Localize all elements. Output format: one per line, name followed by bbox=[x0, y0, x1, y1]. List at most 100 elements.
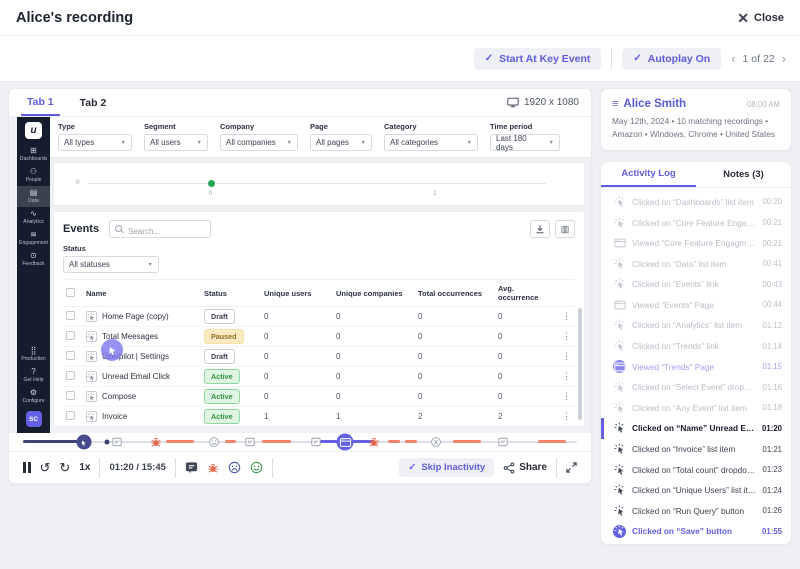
sidebar-item-data[interactable]: ▤ Data bbox=[17, 186, 50, 207]
start-at-key-event-button[interactable]: ✓ Start At Key Event bbox=[473, 47, 602, 70]
kebab-menu-icon[interactable]: ⋮ bbox=[562, 311, 571, 321]
table-row[interactable]: Userpilot Knowledge ...Active0000⋮ bbox=[63, 427, 575, 428]
tab-activity-log[interactable]: Activity Log bbox=[601, 162, 696, 187]
fullscreen-button[interactable] bbox=[566, 462, 577, 473]
row-checkbox[interactable] bbox=[66, 351, 75, 360]
status-filter-select[interactable]: All statuses ▼ bbox=[63, 256, 159, 273]
tab-2[interactable]: Tab 2 bbox=[74, 90, 113, 115]
skip-inactivity-toggle[interactable]: ✓ Skip Inactivity bbox=[399, 458, 495, 478]
timeline-marker-note[interactable] bbox=[245, 437, 255, 447]
forward-10-button[interactable]: ↻ bbox=[59, 461, 70, 474]
sidebar-item-analytics[interactable]: ∿ Analytics bbox=[17, 207, 50, 228]
activity-item[interactable]: Clicked on “Analytics” list item 01:12 bbox=[601, 315, 791, 336]
filter-label: Segment bbox=[144, 122, 176, 131]
note-marker-button[interactable] bbox=[185, 461, 198, 474]
frustration-marker-button[interactable] bbox=[228, 461, 241, 474]
metric-cell: 0 bbox=[415, 306, 495, 327]
sidebar-item-feedback[interactable]: ⊙ Feedback bbox=[17, 249, 50, 270]
activity-item[interactable]: Clicked on “Total count” dropdown 01:23 bbox=[601, 459, 791, 480]
activity-item[interactable]: Clicked on “Save” button 01:55 bbox=[601, 521, 791, 542]
filter-select[interactable]: All companies ▼ bbox=[220, 134, 298, 151]
sidebar-item-get-help[interactable]: ? Get Help bbox=[17, 365, 50, 386]
filter-select[interactable]: Last 180 days ▼ bbox=[490, 134, 560, 152]
activity-timestamp: 01:21 bbox=[762, 444, 782, 454]
filter-select[interactable]: All users ▼ bbox=[144, 134, 208, 151]
activity-item[interactable]: Clicked on “Select Event” dropdown 01:16 bbox=[601, 377, 791, 398]
kebab-menu-icon[interactable]: ⋮ bbox=[562, 371, 571, 381]
table-scrollbar[interactable] bbox=[578, 308, 582, 420]
timeline-marker-note[interactable] bbox=[310, 437, 321, 447]
activity-item[interactable]: Clicked on “Any Event” list item 01:18 bbox=[601, 398, 791, 419]
row-checkbox[interactable] bbox=[66, 331, 75, 340]
filter-select[interactable]: All categories ▼ bbox=[384, 134, 478, 151]
tab-1[interactable]: Tab 1 bbox=[21, 89, 60, 116]
timeline-marker-note[interactable] bbox=[112, 437, 122, 447]
timeline-marker-bug[interactable] bbox=[368, 436, 380, 448]
controls-divider bbox=[174, 457, 176, 478]
activity-item[interactable]: Viewed “Events” Page 00:44 bbox=[601, 295, 791, 316]
session-user-card[interactable]: ≡ Alice Smith 08:00 AM May 12th, 2024 • … bbox=[600, 88, 792, 151]
timeline-marker-smiley[interactable] bbox=[209, 437, 220, 448]
row-checkbox[interactable] bbox=[66, 411, 75, 420]
activity-item[interactable]: Clicked on “Run Query” button 01:26 bbox=[601, 501, 791, 522]
timeline-marker-dot[interactable] bbox=[104, 439, 110, 445]
playback-timeline[interactable] bbox=[23, 433, 577, 451]
columns-button[interactable]: ▥ bbox=[555, 220, 575, 238]
sidebar-item-engagement[interactable]: ≋ Engagement bbox=[17, 228, 50, 249]
sidebar-item-production[interactable]: ⣿ Production bbox=[17, 344, 50, 365]
select-all-checkbox[interactable] bbox=[66, 287, 75, 297]
search-input[interactable] bbox=[110, 223, 211, 240]
timeline-marker-note[interactable] bbox=[498, 437, 508, 447]
timeline-marker-current[interactable] bbox=[76, 434, 92, 450]
activity-item[interactable]: Viewed “Core Feature Engagment” 00:21 bbox=[601, 233, 791, 254]
activity-item[interactable]: Clicked on “Invoice” list item 01:21 bbox=[601, 439, 791, 460]
download-button[interactable] bbox=[530, 220, 550, 238]
activity-item[interactable]: Viewed “Trends” Page 01:15 bbox=[601, 356, 791, 377]
activity-item[interactable]: Clicked on “Core Feature Engagem... 00:21 bbox=[601, 212, 791, 233]
row-checkbox[interactable] bbox=[66, 311, 75, 320]
activity-item[interactable]: Clicked on “Events” link 00:43 bbox=[601, 274, 791, 295]
tab-notes[interactable]: Notes (3) bbox=[696, 162, 791, 187]
kebab-menu-icon[interactable]: ⋮ bbox=[562, 391, 571, 401]
table-row[interactable]: Userpilot | Settings Draft 0 0 0 0 ⋮ bbox=[63, 346, 575, 367]
table-row[interactable]: Home Page (copy) Draft 0 0 0 0 ⋮ bbox=[63, 306, 575, 327]
inactivity-segment bbox=[262, 440, 292, 444]
activity-item[interactable]: Clicked on “Unique Users” list item 01:24 bbox=[601, 480, 791, 501]
kebab-menu-icon[interactable]: ⋮ bbox=[562, 351, 571, 361]
kebab-menu-icon[interactable]: ⋮ bbox=[562, 331, 571, 341]
table-row[interactable]: Invoice Active 1 1 2 2 ⋮ bbox=[63, 406, 575, 427]
row-checkbox[interactable] bbox=[66, 391, 75, 400]
events-search[interactable] bbox=[109, 220, 212, 240]
activity-item[interactable]: Clicked on “Data” list item 00:41 bbox=[601, 253, 791, 274]
timeline-marker-xcircle[interactable] bbox=[430, 437, 441, 448]
next-chevron-icon[interactable]: › bbox=[782, 51, 786, 66]
activity-item[interactable]: Clicked on “Name” Unread Email C... 01:20 bbox=[601, 418, 791, 439]
speed-button[interactable]: 1x bbox=[79, 462, 90, 473]
timeline-marker-bug[interactable] bbox=[150, 436, 162, 448]
rewind-10-button[interactable]: ↺ bbox=[40, 461, 51, 474]
share-button[interactable]: Share bbox=[503, 462, 547, 474]
kebab-menu-icon[interactable]: ⋮ bbox=[562, 411, 571, 421]
sidebar-item-dashboards[interactable]: ⊞ Dashboards bbox=[17, 144, 50, 165]
activity-item[interactable]: Clicked on “Dashboards” list item 00:20 bbox=[601, 192, 791, 213]
autoplay-button[interactable]: ✓ Autoplay On bbox=[622, 47, 722, 70]
close-button[interactable]: ✕ Close bbox=[737, 11, 784, 25]
activity-item[interactable]: Clicked on “Trends” link 01:14 bbox=[601, 336, 791, 357]
delight-marker-button[interactable] bbox=[250, 461, 263, 474]
prev-chevron-icon[interactable]: ‹ bbox=[731, 51, 735, 66]
filter-select[interactable]: All pages ▼ bbox=[310, 134, 372, 151]
row-checkbox[interactable] bbox=[66, 371, 75, 380]
avatar[interactable]: SC bbox=[25, 411, 42, 428]
table-row[interactable]: Unread Email Click Active 0 0 0 0 ⋮ bbox=[63, 366, 575, 387]
sidebar-item-people[interactable]: ⚇ People bbox=[17, 165, 50, 186]
people-icon: ⚇ bbox=[29, 167, 38, 176]
bug-marker-button[interactable] bbox=[207, 462, 219, 474]
table-row[interactable]: Total Meesages Paused 0 0 0 0 ⋮ bbox=[63, 326, 575, 347]
activity-timestamp: 01:26 bbox=[762, 506, 782, 516]
sidebar-item-configure[interactable]: ⚙ Configure bbox=[17, 386, 50, 407]
pause-button[interactable] bbox=[23, 462, 31, 474]
row-menu-cell: ⋮ bbox=[559, 366, 575, 387]
table-row[interactable]: Compose Active 0 0 0 0 ⋮ bbox=[63, 386, 575, 407]
filter-select[interactable]: All types ▼ bbox=[58, 134, 132, 151]
timeline-marker-key[interactable] bbox=[336, 433, 354, 451]
